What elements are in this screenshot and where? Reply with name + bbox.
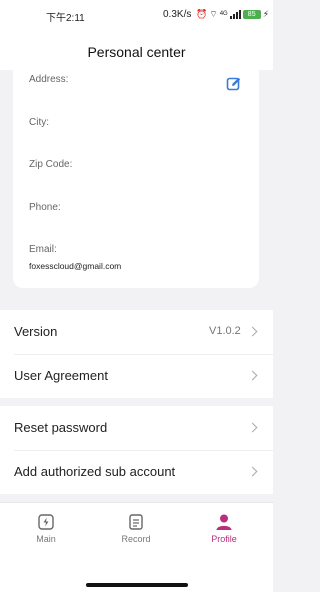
status-time: 下午2:11 [46,13,85,24]
tab-record[interactable]: Record [106,513,166,544]
city-label: City: [29,117,49,128]
signal-icon [229,9,241,19]
home-indicator[interactable] [86,583,188,587]
wifi-icon: ⌔ [209,9,218,19]
edit-icon[interactable] [226,76,242,92]
chevron-right-icon [247,422,258,433]
version-label: Version [14,324,58,339]
reset-password-label: Reset password [14,420,108,435]
signal-label: 4G [219,11,228,17]
phone-label: Phone: [29,202,61,213]
battery-icon: 85 [242,9,261,19]
chevron-right-icon [247,326,258,337]
add-sub-account-row[interactable]: Add authorized sub account [0,450,273,494]
network-speed: 0.3K/s [163,9,192,20]
chevron-right-icon [247,370,258,381]
email-label: Email: [29,244,57,255]
add-sub-account-label: Add authorized sub account [14,464,176,479]
tab-profile-label: Profile [211,534,237,544]
bottom-tab-bar: Main Record Profile [0,502,273,592]
zip-code-label: Zip Code: [29,159,73,170]
settings-group-2: Reset password Add authorized sub accoun… [0,406,273,494]
chevron-right-icon [247,466,258,477]
user-agreement-label: User Agreement [14,368,108,383]
alarm-icon: ⏰ [196,9,208,19]
version-row[interactable]: Version V1.0.2 [0,310,273,354]
user-info-card: Address: City: Zip Code: Phone: Email: f… [13,62,259,288]
document-icon [129,514,143,530]
person-icon [216,514,232,530]
reset-password-row[interactable]: Reset password [0,406,273,450]
lightning-box-icon [38,514,54,530]
settings-group-1: Version V1.0.2 User Agreement [0,310,273,398]
version-value: V1.0.2 [209,325,241,337]
address-label: Address: [29,74,69,85]
tab-record-label: Record [121,534,151,544]
tab-profile[interactable]: Profile [194,513,254,544]
status-icons: ⏰ ⌔ 4G 85 ⚡ [196,8,269,20]
status-bar: 下午2:11 0.3K/s ⏰ ⌔ 4G 85 ⚡ [0,0,273,30]
tab-main-label: Main [36,534,56,544]
user-agreement-row[interactable]: User Agreement [0,354,273,398]
email-value: foxesscloud@gmail.com [29,261,122,271]
tab-main[interactable]: Main [16,513,76,544]
charging-icon: ⚡ [262,8,270,19]
